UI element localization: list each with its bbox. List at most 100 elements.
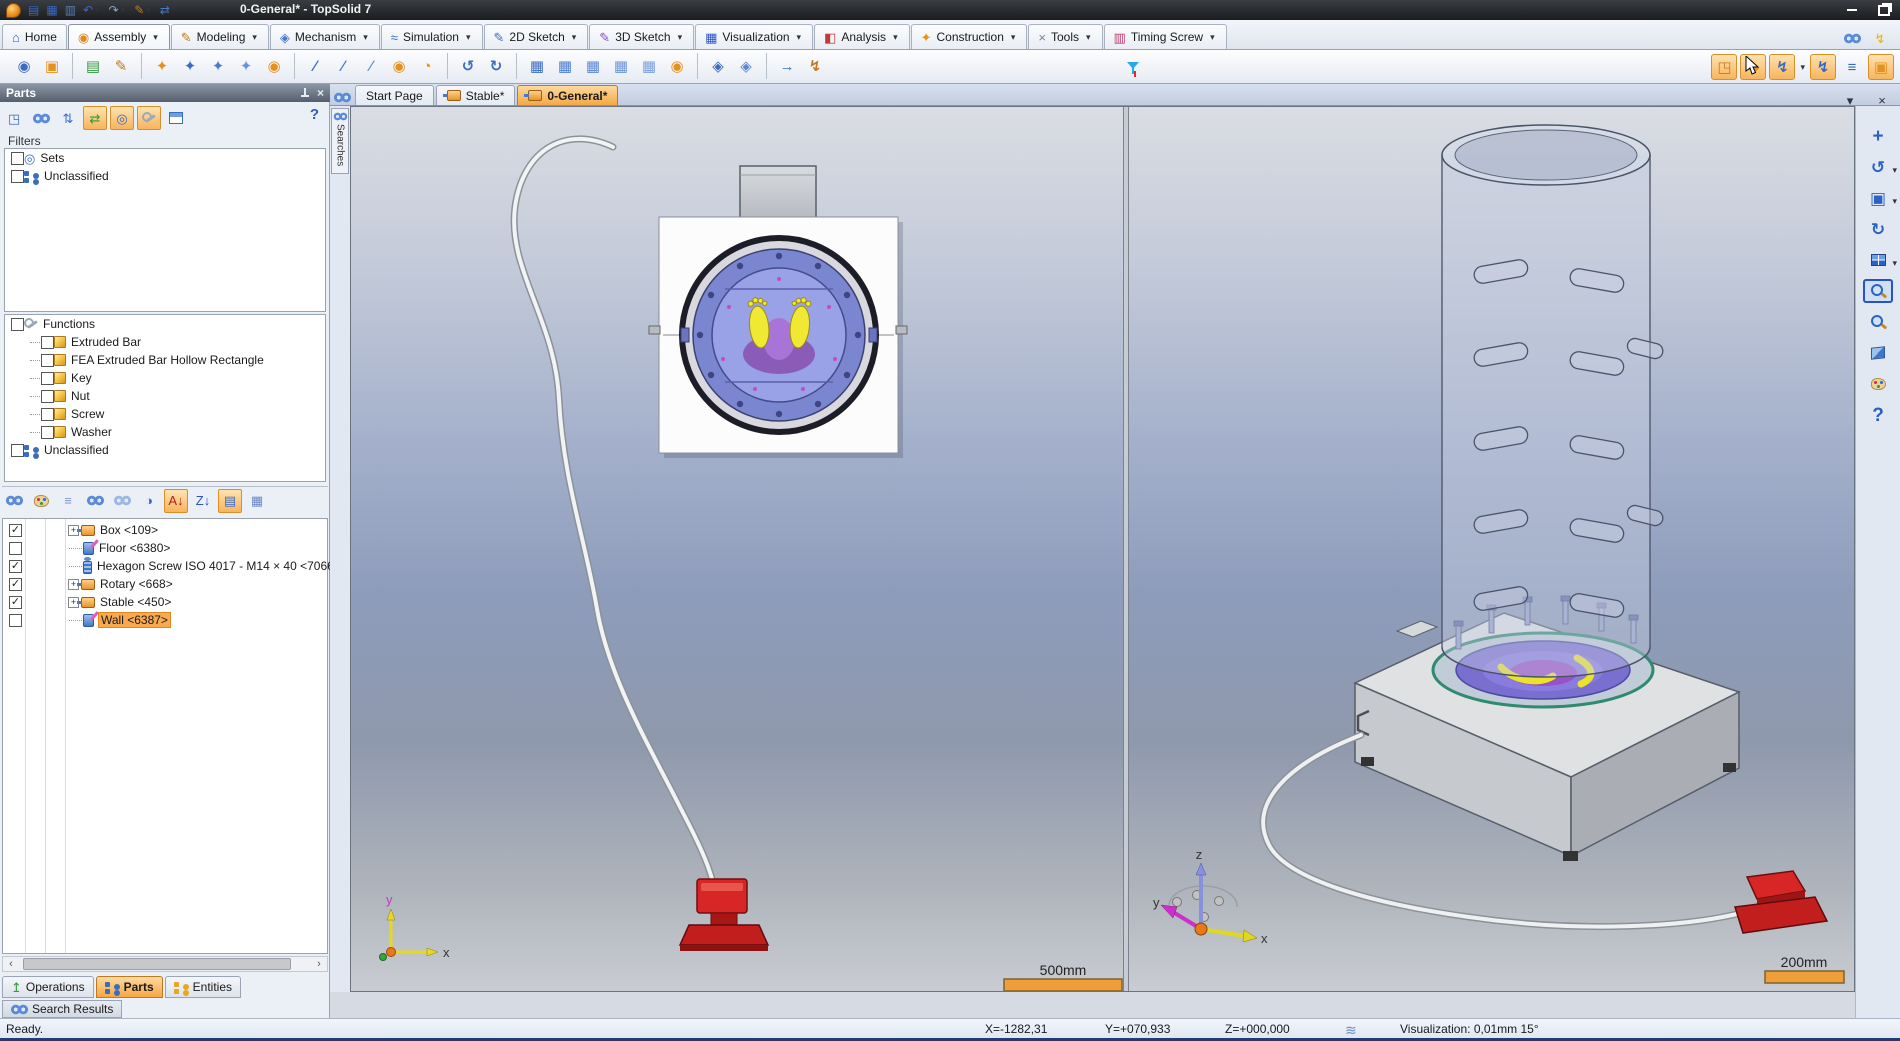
checkbox[interactable] [41,371,54,385]
ribbon-tab-mechanism[interactable]: ◈ Mechanism ▾ [269,24,380,49]
zoom-extent-button[interactable]: ▣ ▾ [1863,186,1897,210]
rigid-group-button[interactable]: ↺ [455,53,481,79]
screw-function-button[interactable]: ↯ [1810,54,1836,80]
axis-positioning-button[interactable]: ✦ [205,53,231,79]
cylinder-tower[interactable] [1441,124,1664,678]
sort-az-button[interactable]: A↓ [164,488,188,513]
filter-item-unclassified[interactable]: Unclassified [5,167,325,185]
tab-parts[interactable]: Parts [95,976,163,998]
dropdown-icon[interactable]: ▾ [795,32,804,43]
close-panel-icon[interactable]: × [317,86,324,100]
inclusion-button[interactable]: ◉ [11,53,37,79]
parallel-constraint-button[interactable]: ∕ [330,53,356,79]
undo-button[interactable]: ↶ ▾ [81,2,104,18]
save-button[interactable]: ▤ [26,2,41,18]
tab-search-results[interactable]: Search Results [2,1000,123,1018]
axis-constraint-button[interactable]: ∕ [302,53,328,79]
visibility-checkbox[interactable]: ✓ [9,559,22,573]
dropdown-icon[interactable]: ▾ [1009,32,1018,43]
orbit-button[interactable]: ↺ ▾ [1863,155,1897,179]
horizontal-scrollbar[interactable]: ‹ › [2,956,328,972]
save-all-button[interactable]: ▦ [44,2,59,18]
restore-button[interactable] [1872,3,1896,17]
render-options-button[interactable] [1863,372,1893,396]
pedal-right[interactable] [1734,870,1829,934]
columns-button[interactable] [164,106,188,130]
checkbox[interactable] [41,407,54,421]
document-tab-start-page[interactable]: Start Page [355,85,434,105]
function-item-washer[interactable]: Washer [5,423,325,441]
sort-za-button[interactable]: Z↓ [191,489,215,513]
view-front[interactable]: x y 500mm [351,107,1123,991]
help-icon[interactable]: ? [310,106,319,123]
publish-plane-button[interactable]: ◉ [664,53,690,79]
search-flash-button[interactable]: ↯ [1868,26,1892,50]
dropdown-icon[interactable]: ▾ [361,32,370,43]
rotate-view-button[interactable]: ↻ [1863,217,1893,241]
tree-display-button[interactable]: ▤ [218,488,242,513]
dropdown-icon[interactable]: ▾ [1084,32,1093,43]
visibility-all-button[interactable] [2,489,26,513]
document-tab-stable[interactable]: Stable* [435,85,516,105]
publish-axis-button[interactable]: ▦ [636,53,662,79]
publish-part-button[interactable]: ▦ [524,53,550,79]
help-button[interactable]: ? [1863,403,1893,427]
bom-window-button[interactable]: ▣ [1868,54,1894,80]
ribbon-tab-timing-screw[interactable]: ▥ Timing Screw ▾ [1103,24,1227,49]
ribbon-tab-3d-sketch[interactable]: ✎ 3D Sketch ▾ [589,24,695,49]
sets-display-button[interactable]: ◎ [110,106,134,130]
scrollbar-track[interactable] [19,957,311,971]
clamp-block[interactable] [1395,620,1439,638]
flexible-group-button[interactable]: ↻ [483,53,509,79]
dropdown-icon[interactable]: ▾ [676,32,685,43]
functions-display-button[interactable] [137,106,161,130]
refresh-button[interactable]: ⇄ [158,2,172,18]
dropdown-icon[interactable]: ▾ [250,32,259,43]
checkbox[interactable] [11,443,24,457]
search-button[interactable] [29,106,53,130]
select-set-button[interactable]: ◳ [1711,54,1738,80]
show-hidden-button[interactable] [110,489,134,513]
checkbox[interactable] [41,335,54,349]
ribbon-tab-tools[interactable]: × Tools ▾ [1028,24,1103,49]
dimension-display-button[interactable]: ⇅ [56,106,80,130]
ribbon-tab-visualization[interactable]: ▦ Visualization ▾ [695,24,814,49]
tab-searches[interactable]: Searches [331,108,349,174]
analyze-assembly-button[interactable]: ↯ [802,53,828,79]
dropdown-icon[interactable]: ▾ [119,5,128,16]
visibility-checkbox[interactable] [9,541,22,555]
dropdown-icon[interactable]: ▾ [144,5,153,16]
publish-function-button[interactable]: ▦ [580,53,606,79]
edit-button[interactable]: ✎ ▾ [132,2,155,18]
scrollbar-thumb[interactable] [23,958,291,970]
graphics-viewport[interactable]: x y 500mm z y x 200mm [350,106,1855,992]
topsolid-logo-button[interactable] [4,2,23,18]
visibility-checkbox[interactable]: ✓ [9,595,22,609]
part-row-stable[interactable]: ✓ + Stable <450> [3,593,327,611]
dropdown-icon[interactable]: ▾ [1798,62,1807,73]
part-row-box[interactable]: ✓ + Box <109> [3,521,327,539]
advanced-positioning-button[interactable]: ◉ [261,53,287,79]
quick-search-button[interactable] [1840,26,1864,50]
visibility-checkbox[interactable]: ✓ [9,577,22,591]
checkbox[interactable] [41,353,54,367]
colors-button[interactable] [29,489,53,513]
checkbox[interactable] [41,425,54,439]
part-row-hexagon-screw-iso-4017-m14-40[interactable]: ✓ Hexagon Screw ISO 4017 - M14 × 40 <7066 [3,557,334,575]
checkbox[interactable] [11,317,24,331]
minimize-button[interactable] [1840,3,1864,17]
dropdown-icon[interactable]: ▾ [1208,32,1217,43]
print-button[interactable]: ▥ [63,2,78,18]
function-item-key[interactable]: Key [5,369,325,387]
dropdown-icon[interactable]: ▾ [464,32,473,43]
magnifier-button[interactable] [1863,310,1893,334]
dropdown-icon[interactable]: ▾ [1890,165,1899,176]
pin-icon[interactable] [300,87,309,100]
selection-filter-button[interactable] [1120,55,1146,81]
split-viewport-button[interactable]: ▾ [1863,248,1897,272]
orient-view-button[interactable]: ◈ [705,53,731,79]
layers-button[interactable]: ≡ [56,489,80,513]
ribbon-tab-construction[interactable]: ✦ Construction ▾ [910,24,1028,49]
checkbox[interactable] [41,389,54,403]
display-options-button[interactable]: ▦ [245,489,269,513]
